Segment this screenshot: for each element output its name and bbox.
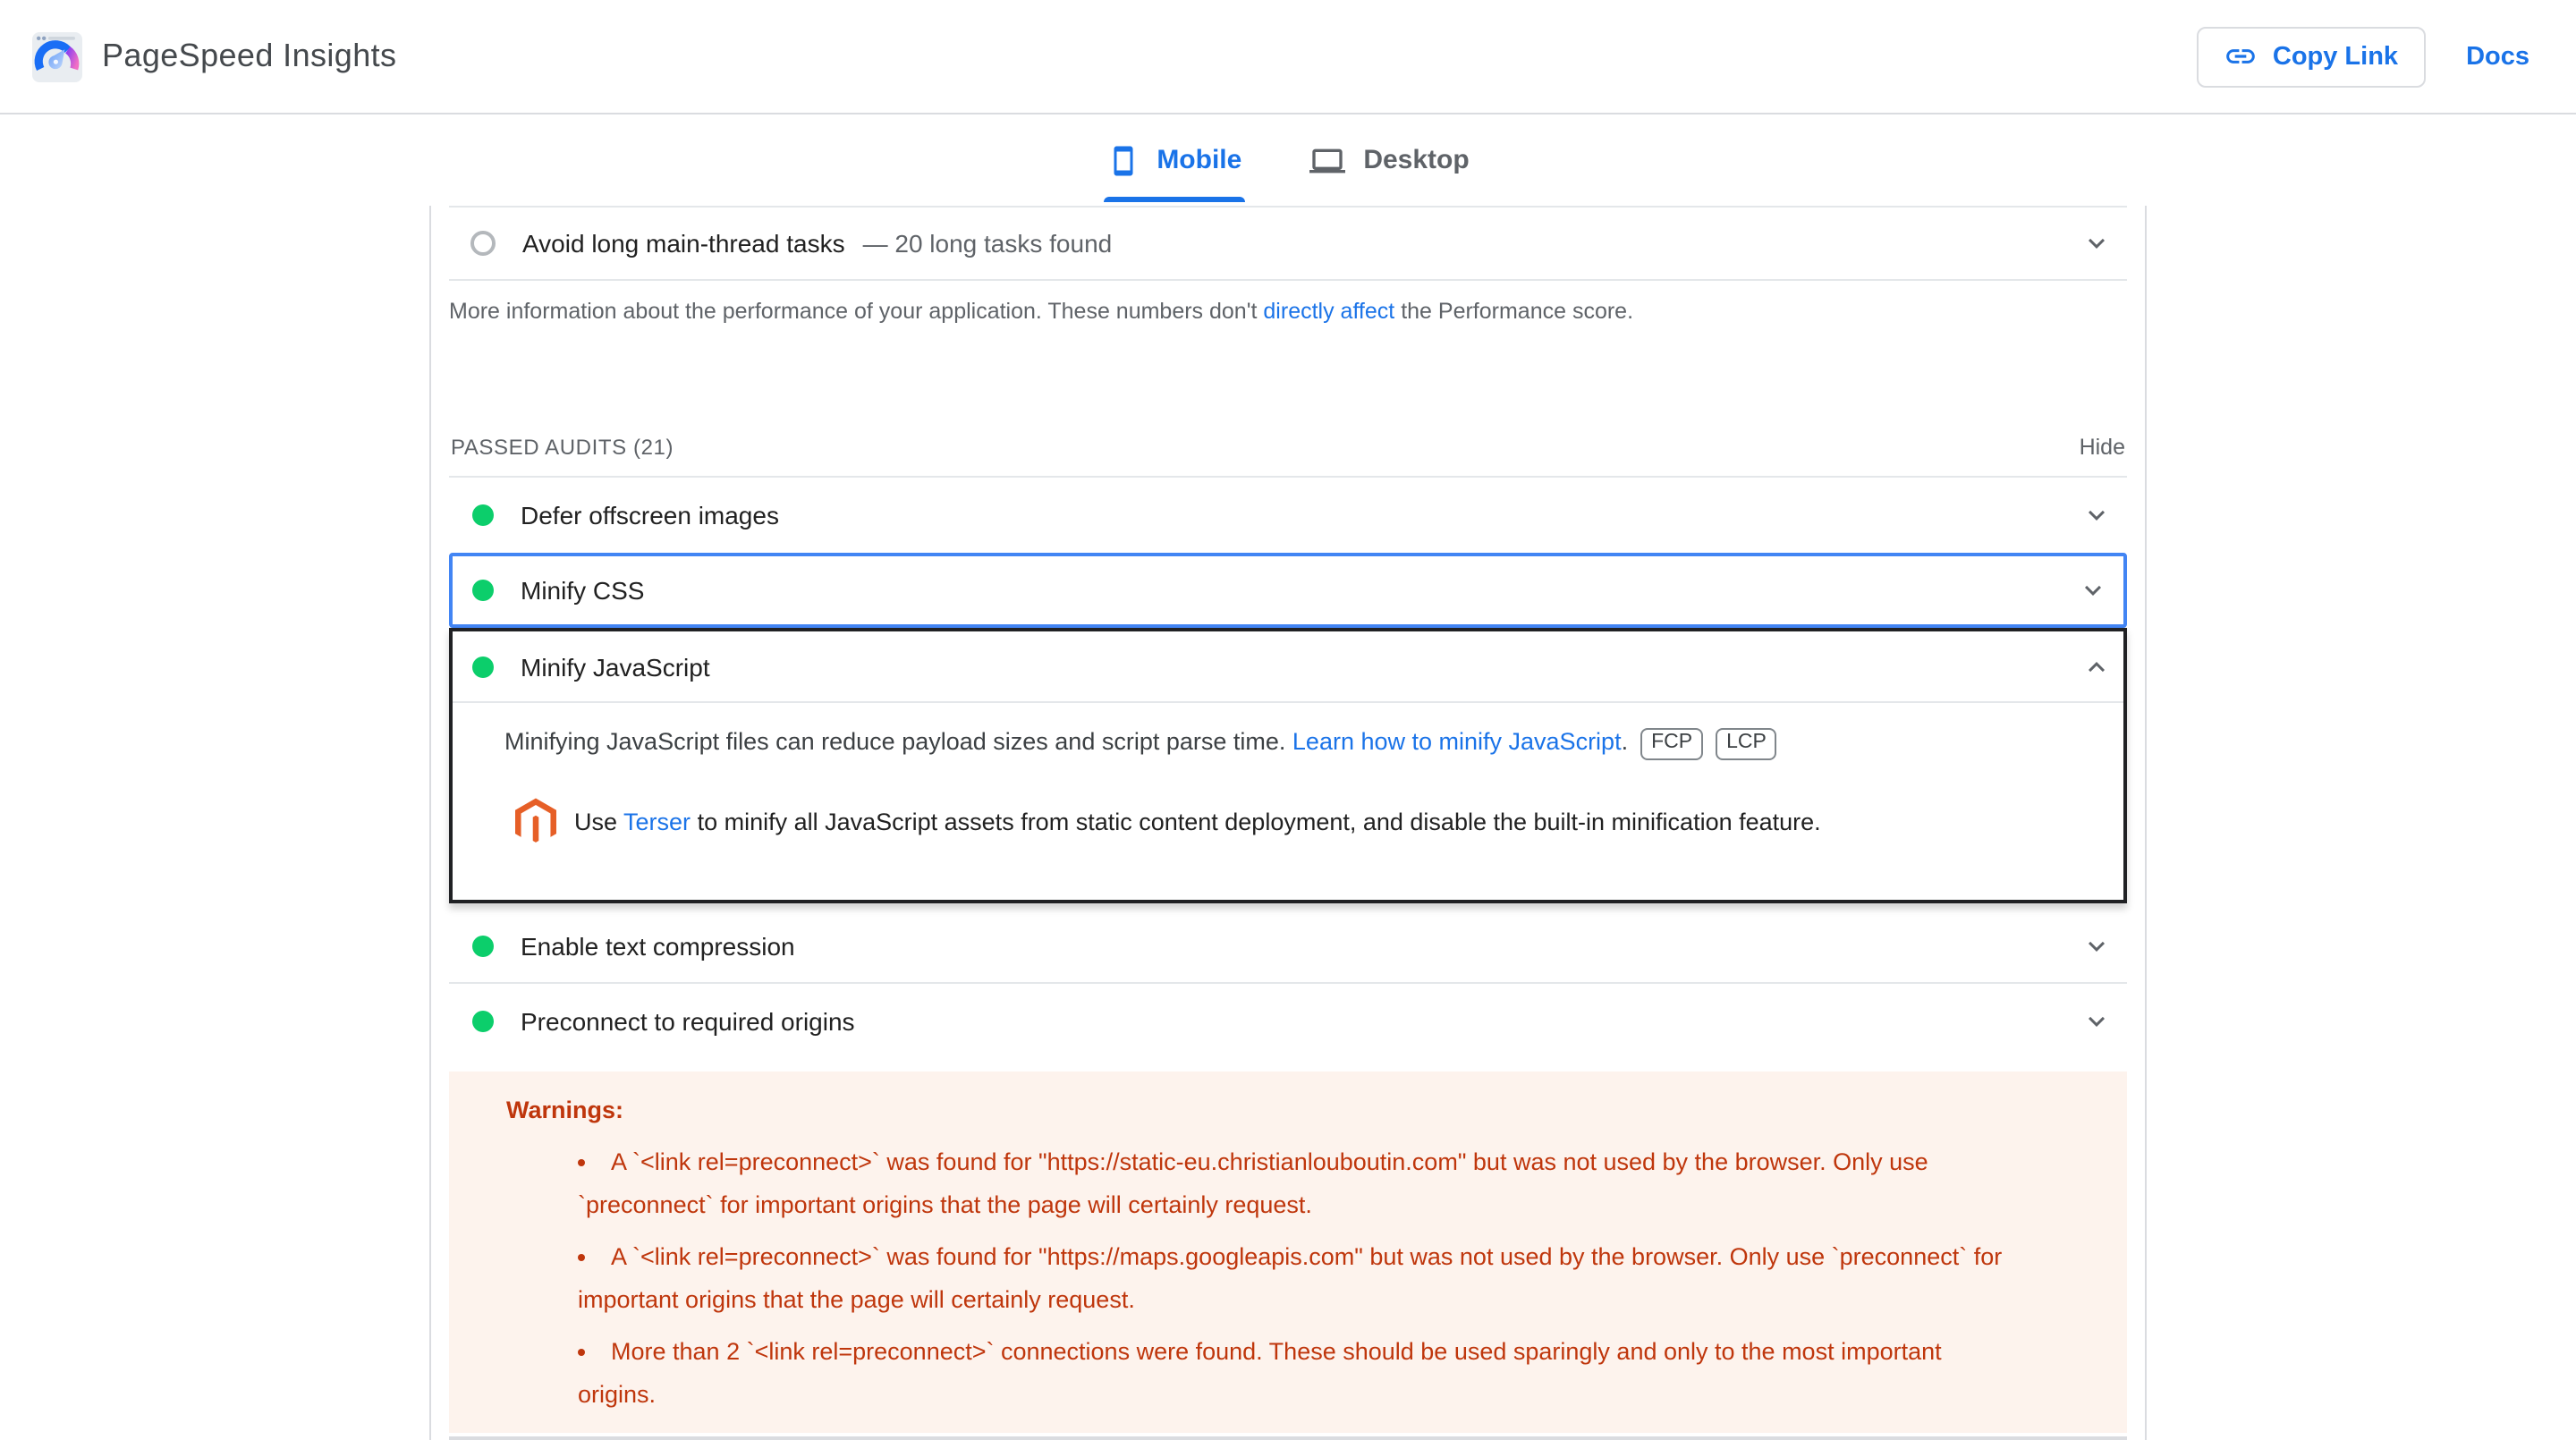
warning-item: A `<link rel=preconnect>` was found for … [578, 1141, 2023, 1227]
copy-link-label: Copy Link [2272, 42, 2399, 71]
description-text: Minifying JavaScript files can reduce pa… [504, 728, 1292, 755]
tab-desktop[interactable]: Desktop [1306, 114, 1472, 206]
chevron-down-icon [2089, 1016, 2105, 1027]
warnings-heading: Warnings: [506, 1097, 623, 1123]
page: PageSpeed Insights Copy Link Docs Mobile… [0, 0, 2576, 1440]
pass-dot-icon [472, 504, 494, 526]
metric-chip-fcp: FCP [1640, 728, 1704, 760]
tab-desktop-label: Desktop [1363, 145, 1470, 175]
warnings-list: A `<link rel=preconnect>` was found for … [506, 1141, 2073, 1417]
description-period: . [1621, 728, 1629, 755]
tab-mobile-label: Mobile [1157, 145, 1242, 175]
chevron-down-icon [2089, 940, 2105, 951]
audit-row-preconnect[interactable]: Preconnect to required origins [449, 984, 2127, 1059]
note-text: More information about the performance o… [449, 299, 1264, 324]
link-icon [2227, 49, 2256, 64]
audit-title: Preconnect to required origins [521, 1007, 855, 1036]
note-text-suffix: the Performance score. [1394, 299, 1634, 324]
pass-dot-icon [472, 935, 494, 956]
chevron-down-icon [2089, 238, 2105, 249]
pass-dot-icon [472, 1011, 494, 1032]
terser-link[interactable]: Terser [623, 808, 691, 834]
passed-audits-header: PASSED AUDITS (21) Hide [449, 435, 2127, 478]
copy-link-button[interactable]: Copy Link [2197, 26, 2426, 87]
warning-item: More than 2 `<link rel=preconnect>` conn… [578, 1331, 2023, 1417]
audit-row-enable-text-compression[interactable]: Enable text compression [449, 909, 2127, 984]
laptop-icon [1309, 148, 1346, 173]
audit-row-minify-css[interactable]: Minify CSS [449, 553, 2127, 628]
device-tabbar: Mobile Desktop [0, 114, 2576, 206]
audit-row-avoid-long-tasks[interactable]: Avoid long main-thread tasks — 20 long t… [449, 206, 2127, 281]
audit-expanded-minify-javascript: Minify JavaScript Minifying JavaScript f… [449, 628, 2127, 903]
audit-body: Minifying JavaScript files can reduce pa… [453, 703, 2123, 900]
chevron-down-icon [2089, 510, 2105, 521]
magento-icon [515, 798, 556, 843]
smartphone-icon [1113, 145, 1132, 175]
page-title: PageSpeed Insights [102, 38, 397, 73]
chevron-up-icon [2089, 661, 2105, 672]
audit-title: Enable text compression [521, 931, 795, 960]
app-header: PageSpeed Insights Copy Link Docs [0, 0, 2576, 114]
audit-title: Minify JavaScript [521, 652, 710, 681]
informative-circle-icon [470, 231, 496, 256]
diagnostics-note: More information about the performance o… [449, 295, 2127, 327]
learn-how-link[interactable]: Learn how to minify JavaScript [1292, 728, 1622, 755]
docs-link[interactable]: Docs [2466, 42, 2529, 71]
passed-audits-heading: PASSED AUDITS (21) [451, 435, 674, 460]
pass-dot-icon [472, 656, 494, 677]
audit-title: Defer offscreen images [521, 501, 779, 529]
warning-item: A `<link rel=preconnect>` was found for … [578, 1236, 2023, 1322]
pass-dot-icon [472, 580, 494, 601]
next-row-edge [449, 1436, 2127, 1440]
audit-detail: — 20 long tasks found [862, 229, 1113, 258]
directly-affect-link[interactable]: directly affect [1263, 299, 1394, 324]
stack-pack-row: Use Terser to minify all JavaScript asse… [504, 798, 2084, 846]
audit-title: Minify CSS [521, 576, 645, 605]
audit-row-defer-offscreen-images[interactable]: Defer offscreen images [449, 478, 2127, 553]
stack-text-prefix: Use [574, 808, 624, 834]
audit-title: Avoid long main-thread tasks [522, 229, 845, 258]
tab-mobile[interactable]: Mobile [1103, 114, 1245, 206]
brand: PageSpeed Insights [32, 31, 396, 81]
header-actions: Copy Link Docs [2197, 26, 2551, 87]
stack-advice: Use Terser to minify all JavaScript asse… [574, 804, 1821, 840]
pagespeed-logo-icon [32, 31, 82, 81]
audit-description: Minifying JavaScript files can reduce pa… [504, 724, 2084, 762]
chevron-down-icon [2085, 585, 2101, 596]
audit-row-minify-javascript[interactable]: Minify JavaScript [453, 631, 2123, 703]
stack-text-suffix: to minify all JavaScript assets from sta… [691, 808, 1821, 834]
hide-button[interactable]: Hide [2080, 435, 2125, 460]
metric-chip-lcp: LCP [1716, 728, 1777, 760]
warnings-box: Warnings: A `<link rel=preconnect>` was … [449, 1072, 2127, 1433]
report-card: Avoid long main-thread tasks — 20 long t… [429, 206, 2147, 1440]
